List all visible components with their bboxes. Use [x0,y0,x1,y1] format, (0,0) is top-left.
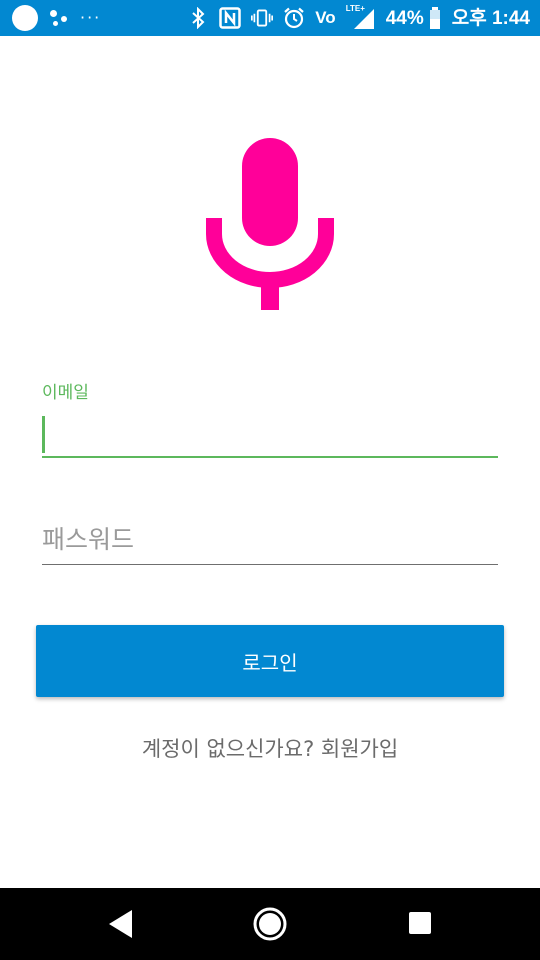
text-cursor [42,416,45,453]
password-placeholder: 패스워드 [42,525,135,554]
email-field[interactable] [42,412,498,458]
signal-icon: LTE+ [345,4,376,29]
login-button-label: 로그인 [242,650,298,675]
volte-label: Vo [315,8,336,27]
email-label: 이메일 [42,383,89,403]
status-left: ··· [12,5,111,31]
recents-icon[interactable] [409,912,431,934]
battery-icon [428,7,442,29]
back-icon[interactable] [108,909,134,939]
status-time: 오후 1:44 [451,7,530,29]
assistant-icon [48,7,70,29]
volte-icon: Vo [315,8,335,28]
alarm-icon [283,7,305,29]
battery-percent: 44% [385,7,424,29]
navigation-bar [0,888,540,960]
status-right: Vo LTE+ 44% 오후 1:44 [187,4,530,29]
microphone-icon [205,138,335,310]
nfc-icon [219,7,241,29]
battery-group: 44% [386,7,442,29]
network-label: LTE+ [345,4,365,13]
home-icon[interactable] [253,907,287,941]
status-bar: ··· Vo LTE+ 44% 오후 1:44 [0,0,540,36]
login-button[interactable]: 로그인 [36,625,504,697]
vibrate-icon [251,7,274,29]
notification-circle-icon [12,5,38,31]
password-field[interactable]: 패스워드 [42,518,498,565]
signup-link[interactable]: 계정이 없으신가요? 회원가입 [0,733,540,765]
more-dots-icon: ··· [80,8,102,27]
bluetooth-icon [187,7,209,29]
